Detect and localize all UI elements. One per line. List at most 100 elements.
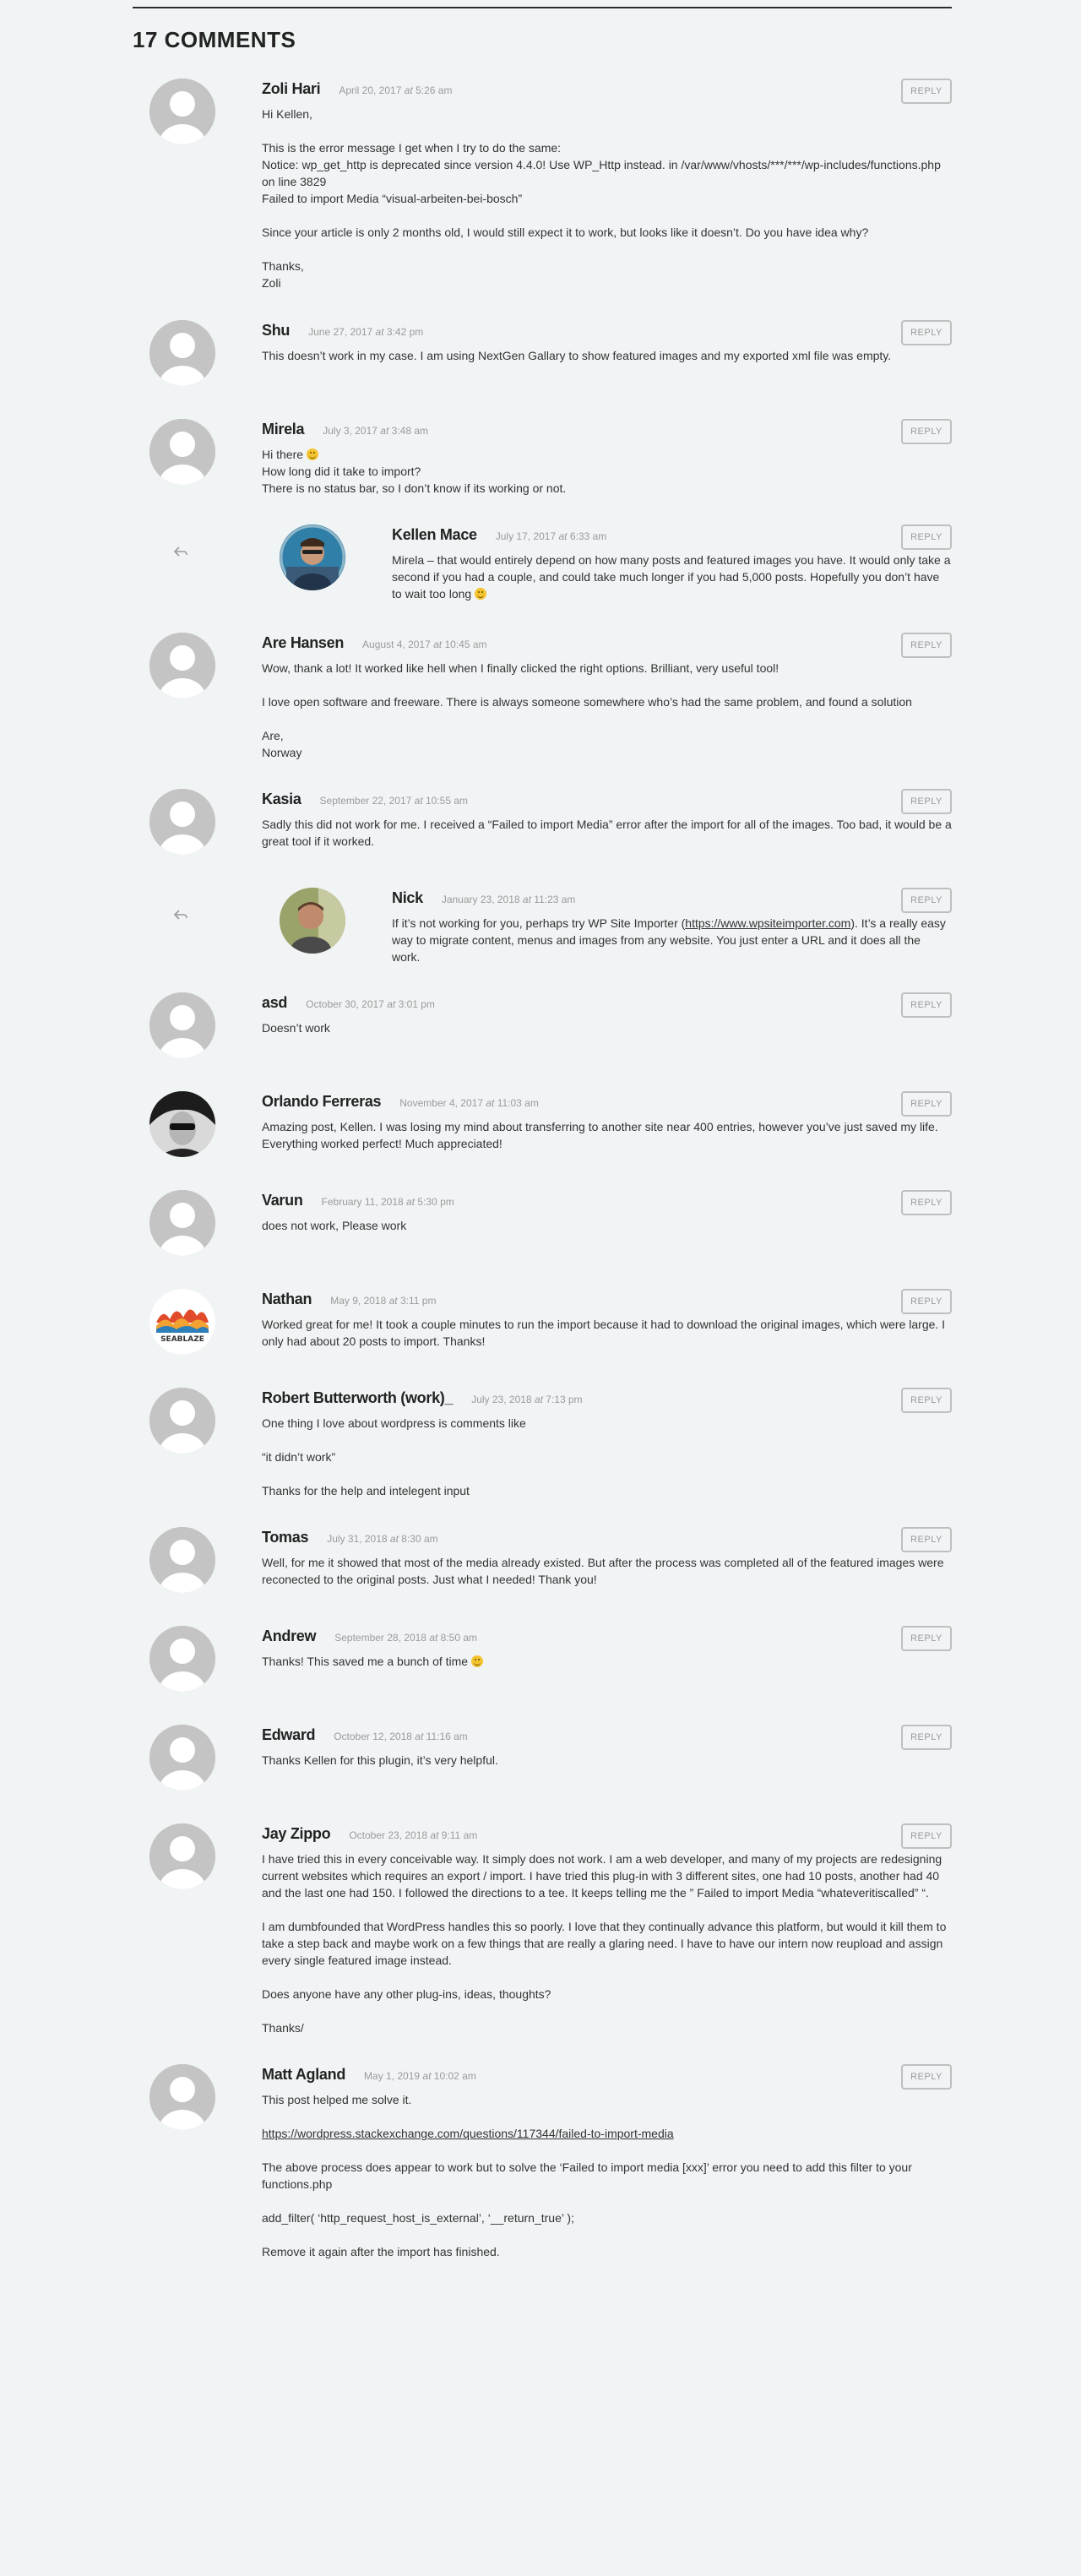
reply-button[interactable]: Reply [901, 1190, 952, 1215]
comment-date[interactable]: June 27, 2017 at 3:42 pm [308, 322, 423, 342]
comment-author[interactable]: Jay Zippo [262, 1823, 331, 1844]
comment-date-text: July 3, 2017 [323, 425, 378, 437]
comment-paragraph: Hi Kellen, [262, 107, 312, 121]
comment-date[interactable]: January 23, 2018 at 11:23 am [442, 889, 576, 910]
comment: Varun February 11, 2018 at 5:30 pm Reply do… [149, 1190, 952, 1261]
avatar [149, 79, 215, 144]
comment-date-text: August 4, 2017 [362, 639, 431, 650]
comment-author[interactable]: Shu [262, 320, 290, 340]
comment-body: Hi Kellen, This is the error message I ge… [262, 101, 952, 291]
comment-date[interactable]: February 11, 2018 at 5:30 pm [322, 1192, 454, 1212]
comment-link[interactable]: https://wordpress.stackexchange.com/ques… [262, 2127, 674, 2140]
comment-date-text: May 1, 2019 [364, 2070, 421, 2082]
reply-button[interactable]: Reply [901, 992, 952, 1018]
comment-paragraph: This post helped me solve it. [262, 2093, 412, 2106]
comment-link[interactable]: https://www.wpsiteimporter.com [685, 916, 850, 930]
comment-paragraph: I love open software and freeware. There… [262, 695, 912, 709]
comment-date[interactable]: July 3, 2017 at 3:48 am [323, 421, 428, 441]
comment-author[interactable]: Orlando Ferreras [262, 1091, 382, 1111]
avatar [149, 1626, 215, 1692]
comment-author[interactable]: asd [262, 992, 287, 1013]
comment-date[interactable]: October 30, 2017 at 3:01 pm [306, 994, 435, 1014]
comment-date[interactable]: September 28, 2018 at 8:50 am [334, 1628, 477, 1648]
comment-body: This post helped me solve it. https://wor… [262, 2086, 952, 2260]
comment-meta: Nathan May 9, 2018 at 3:11 pm [262, 1289, 952, 1311]
comment-at-label: at [406, 1196, 416, 1208]
comment-date[interactable]: April 20, 2017 at 5:26 am [339, 80, 452, 101]
comment-time-text: 10:55 am [426, 795, 469, 807]
reply-button[interactable]: Reply [901, 419, 952, 444]
avatar [149, 1823, 215, 1889]
reply-button[interactable]: Reply [901, 633, 952, 658]
comment-date[interactable]: October 12, 2018 at 11:16 am [334, 1726, 468, 1747]
comment-author[interactable]: Zoli Hari [262, 79, 321, 99]
reply-button[interactable]: Reply [901, 2064, 952, 2090]
comment-body: does not work, Please work [262, 1212, 952, 1234]
reply-button[interactable]: Reply [901, 1091, 952, 1117]
comment-date[interactable]: May 1, 2019 at 10:02 am [364, 2066, 476, 2086]
reply-button[interactable]: Reply [901, 1527, 952, 1552]
comment-date[interactable]: October 23, 2018 at 9:11 am [349, 1825, 477, 1845]
comment-meta: Tomas July 31, 2018 at 8:30 am [262, 1527, 952, 1549]
comment-author[interactable]: Nick [392, 888, 423, 908]
comment-at-label: at [534, 1394, 543, 1405]
comment-body: I have tried this in every conceivable w… [262, 1845, 952, 2036]
comment: Mirela July 3, 2017 at 3:48 am Reply Hi the… [149, 419, 952, 497]
comment-body: Wow, thank a lot! It worked like hell wh… [262, 655, 952, 761]
comment: Are Hansen August 4, 2017 at 10:45 am Repl… [149, 633, 952, 761]
comment-author[interactable]: Varun [262, 1190, 303, 1210]
comment-at-label: at [414, 795, 423, 807]
comment-author[interactable]: Robert Butterworth (work)_ [262, 1388, 454, 1408]
comment-date[interactable]: May 9, 2018 at 3:11 pm [330, 1291, 436, 1311]
reply-button[interactable]: Reply [901, 789, 952, 814]
comment-date[interactable]: September 22, 2017 at 10:55 am [320, 791, 469, 811]
comment-date[interactable]: July 31, 2018 at 8:30 am [327, 1529, 437, 1549]
comment-time-text: 9:11 am [441, 1829, 478, 1841]
comment-meta: Zoli Hari April 20, 2017 at 5:26 am [262, 79, 952, 101]
comment-date[interactable]: July 17, 2017 at 6:33 am [496, 526, 606, 546]
comment-meta: Are Hansen August 4, 2017 at 10:45 am [262, 633, 952, 655]
comment-author[interactable]: Andrew [262, 1626, 317, 1646]
comment-paragraph: Thanks/ [262, 2021, 304, 2035]
comment-date-text: May 9, 2018 [330, 1295, 387, 1307]
comment-author[interactable]: Nathan [262, 1289, 312, 1309]
reply-button[interactable]: Reply [901, 320, 952, 345]
comment-author[interactable]: Mirela [262, 419, 305, 439]
comment-author[interactable]: Matt Agland [262, 2064, 345, 2084]
comment-meta: Matt Agland May 1, 2019 at 10:02 am [262, 2064, 952, 2086]
comment-author[interactable]: Kasia [262, 789, 301, 809]
reply-arrow-icon [172, 543, 189, 560]
reply-button[interactable]: Reply [901, 1388, 952, 1413]
comment-date[interactable]: August 4, 2017 at 10:45 am [362, 634, 486, 655]
comment-time-text: 5:26 am [416, 84, 453, 96]
reply-button[interactable]: Reply [901, 524, 952, 550]
comment-author[interactable]: Are Hansen [262, 633, 344, 653]
comment-date[interactable]: July 23, 2018 at 7:13 pm [471, 1389, 582, 1410]
comment: Tomas July 31, 2018 at 8:30 am Reply Well, … [149, 1527, 952, 1598]
comment-time-text: 3:01 pm [398, 998, 435, 1010]
comment: Kasia September 22, 2017 at 10:55 am Reply… [149, 789, 952, 860]
comment-date-text: July 17, 2017 [495, 530, 557, 542]
reply-button[interactable]: Reply [901, 1626, 952, 1651]
reply-button[interactable]: Reply [901, 79, 952, 104]
reply-button[interactable]: Reply [901, 1823, 952, 1849]
avatar [149, 1388, 215, 1454]
comment-date-text: September 22, 2017 [319, 795, 412, 807]
comment-author[interactable]: Kellen Mace [392, 524, 477, 545]
comment-author[interactable]: Edward [262, 1725, 316, 1745]
comment-paragraph: Hi there How long did it take to import?… [262, 448, 567, 495]
avatar: SEABLAZE [149, 1289, 215, 1355]
reply-button[interactable]: Reply [901, 1725, 952, 1750]
reply-button[interactable]: Reply [901, 1289, 952, 1314]
comment-body: Mirela – that would entirely depend on h… [392, 546, 952, 602]
comment-paragraph: The above process does appear to work bu… [262, 2160, 912, 2191]
comment-body: Sadly this did not work for me. I receiv… [262, 811, 952, 850]
avatar [149, 320, 215, 386]
comment-author[interactable]: Tomas [262, 1527, 308, 1547]
comment-date-text: June 27, 2017 [308, 326, 373, 338]
comment-date[interactable]: November 4, 2017 at 11:03 am [399, 1093, 539, 1113]
reply-button[interactable]: Reply [901, 888, 952, 913]
comment-paragraph: Thanks Kellen for this plugin, it’s very… [262, 1753, 498, 1767]
comment-reply: Nick January 23, 2018 at 11:23 am Reply If … [173, 888, 952, 965]
smile-emoji-icon [470, 1655, 483, 1667]
